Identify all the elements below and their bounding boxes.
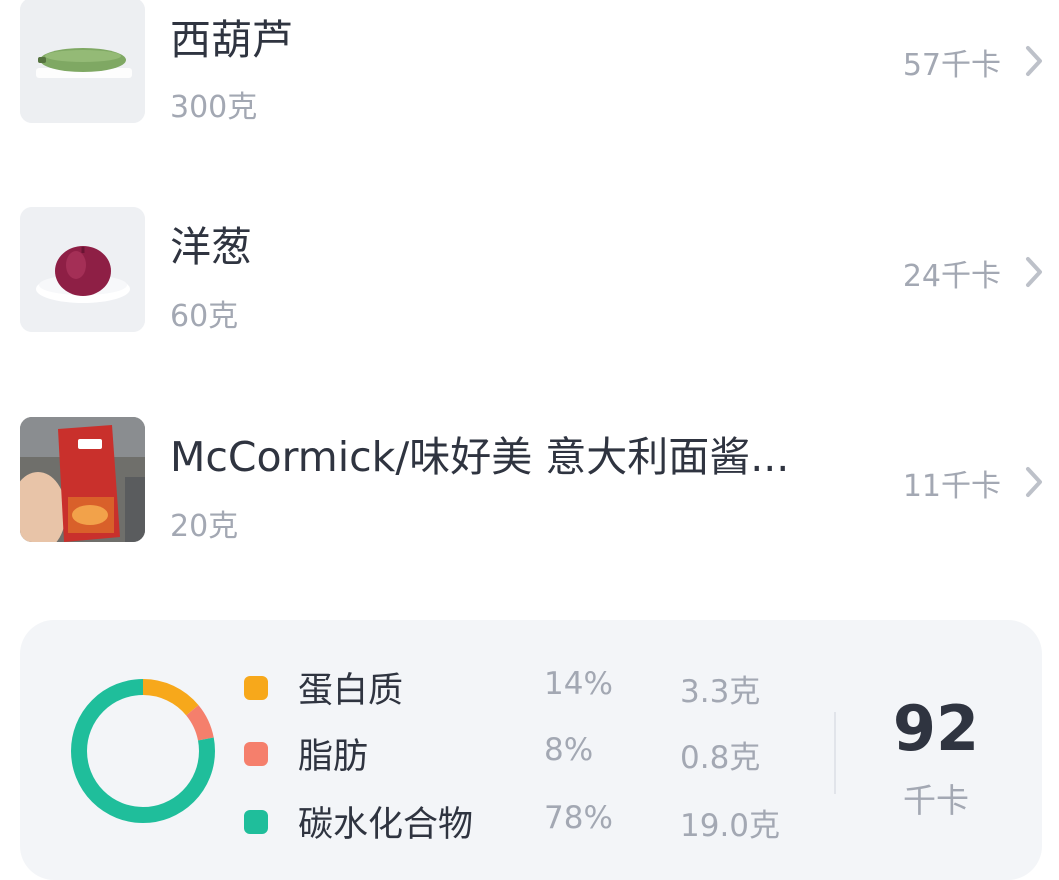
macro-grams: 0.8克 <box>680 740 761 776</box>
macro-name: 脂肪 <box>298 737 369 777</box>
food-item-onion[interactable]: 洋葱 60克 24千卡 <box>0 207 1059 347</box>
carbs-color-dot <box>244 810 268 834</box>
macro-grams: 3.3克 <box>680 674 761 710</box>
macro-row-fat: 脂肪 8% 0.8克 <box>20 728 820 778</box>
food-name: 西葫芦 <box>170 16 293 64</box>
chevron-right-icon <box>1026 46 1042 76</box>
macro-row-protein: 蛋白质 14% 3.3克 <box>20 662 820 712</box>
macro-percent: 8% <box>544 732 594 768</box>
chevron-right-icon <box>1026 467 1042 497</box>
pasta-sauce-image <box>20 417 145 542</box>
macro-percent: 14% <box>544 666 613 702</box>
food-calories: 24千卡 <box>902 259 1001 294</box>
divider <box>834 712 836 794</box>
food-weight: 60克 <box>170 299 239 334</box>
macro-percent: 78% <box>544 800 613 836</box>
food-weight: 300克 <box>170 90 258 125</box>
food-calories: 57千卡 <box>902 48 1001 83</box>
fat-color-dot <box>244 742 268 766</box>
protein-color-dot <box>244 676 268 700</box>
zucchini-image <box>20 0 145 123</box>
food-name: McCormick/味好美 意大利面酱... <box>170 433 790 481</box>
total-calories: 92 <box>892 692 980 765</box>
food-item-zucchini[interactable]: 西葫芦 300克 57千卡 <box>0 0 1059 140</box>
macro-name: 蛋白质 <box>298 671 404 711</box>
chevron-right-icon <box>1026 257 1042 287</box>
onion-image <box>20 207 145 332</box>
macro-name: 碳水化合物 <box>298 805 474 845</box>
nutrition-summary-card: 蛋白质 14% 3.3克 脂肪 8% 0.8克 碳水化合物 78% 19.0克 … <box>20 620 1042 880</box>
food-weight: 20克 <box>170 509 239 544</box>
food-name: 洋葱 <box>170 223 252 271</box>
macro-grams: 19.0克 <box>680 808 781 844</box>
total-calories-unit: 千卡 <box>903 781 969 820</box>
food-item-pasta-sauce[interactable]: McCormick/味好美 意大利面酱... 20克 11千卡 <box>0 417 1059 557</box>
food-calories: 11千卡 <box>902 469 1001 504</box>
macro-row-carbs: 碳水化合物 78% 19.0克 <box>20 796 820 846</box>
